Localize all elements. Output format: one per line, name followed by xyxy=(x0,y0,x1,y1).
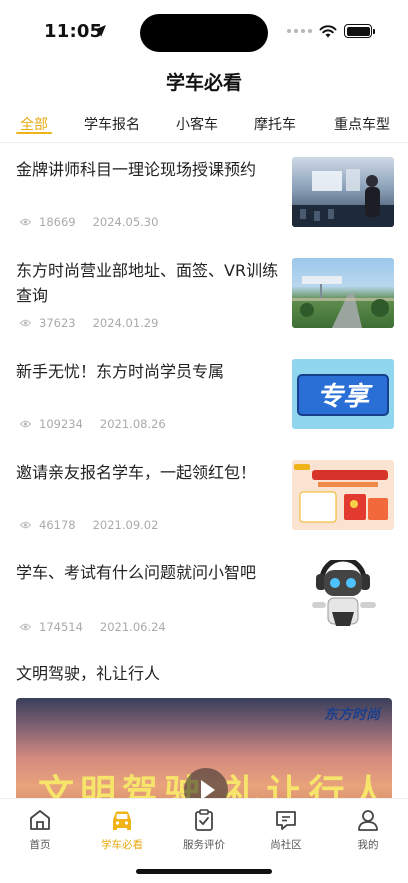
campus-aerial-photo xyxy=(292,276,394,328)
video-player[interactable]: 东方时尚 文明驾驶 礼让行人 xyxy=(16,698,392,808)
view-count: 109234 xyxy=(39,417,83,431)
view-count: 174514 xyxy=(39,620,83,634)
nav-label: 首页 xyxy=(29,839,51,851)
nav-label: 我的 xyxy=(357,839,379,851)
view-count: 46178 xyxy=(39,518,76,532)
article-title: 邀请亲友报名学车，一起领红包！ xyxy=(16,463,257,482)
dynamic-island xyxy=(140,14,268,52)
eye-icon xyxy=(20,218,31,226)
tab-small-car[interactable]: 小客车 xyxy=(175,110,219,134)
home-icon xyxy=(30,810,50,830)
nav-profile[interactable]: 我的 xyxy=(336,807,400,852)
article-thumbnail xyxy=(292,460,394,530)
status-bar: 11:05 xyxy=(0,0,408,62)
tab-registration[interactable]: 学车报名 xyxy=(82,110,142,134)
eye-icon xyxy=(20,319,31,327)
article-meta: 174514 2021.06.24 xyxy=(20,620,166,634)
article-item[interactable]: 新手无忧！东方时尚学员专属 109234 2021.08.26 专享 xyxy=(16,359,394,431)
tab-label: 摩托车 xyxy=(254,117,296,133)
publish-date: 2021.08.26 xyxy=(99,417,166,431)
tabs-divider xyxy=(0,142,408,143)
article-item[interactable]: 学车、考试有什么问题就问小智吧 174514 2021.06.24 xyxy=(16,560,394,634)
eye-icon xyxy=(20,420,31,428)
wifi-icon xyxy=(319,24,337,37)
robot-icon xyxy=(312,560,376,626)
person-icon xyxy=(358,810,378,831)
tab-all[interactable]: 全部 xyxy=(16,110,52,134)
tab-key-vehicles[interactable]: 重点车型 xyxy=(332,110,392,134)
nav-home[interactable]: 首页 xyxy=(8,807,72,852)
nav-community[interactable]: 尚社区 xyxy=(254,807,318,852)
publish-date: 2021.06.24 xyxy=(99,620,166,634)
red-envelope-promo xyxy=(292,460,394,530)
article-meta: 109234 2021.08.26 xyxy=(20,417,166,431)
active-tab-indicator xyxy=(16,132,52,134)
tab-label: 重点车型 xyxy=(334,117,390,133)
article-thumbnail xyxy=(292,258,394,328)
car-icon xyxy=(113,811,131,830)
article-title: 金牌讲师科目一理论现场授课预约 xyxy=(16,160,257,179)
signal-icon xyxy=(287,29,312,33)
eye-icon xyxy=(20,623,31,631)
tab-label: 学车报名 xyxy=(84,117,140,133)
nav-label: 尚社区 xyxy=(270,839,302,851)
article-item[interactable]: 邀请亲友报名学车，一起领红包！ 46178 2021.09.02 xyxy=(16,460,394,532)
publish-date: 2024.01.29 xyxy=(92,316,159,330)
page-title: 学车必看 xyxy=(165,72,242,94)
nav-label: 学车必看 xyxy=(101,839,143,851)
view-count: 18669 xyxy=(39,215,76,229)
clipboard-check-icon xyxy=(195,809,213,831)
article-meta: 37623 2024.01.29 xyxy=(20,316,158,330)
video-title: 文明驾驶，礼让行人 xyxy=(16,664,161,683)
article-thumbnail: 专享 xyxy=(292,359,394,429)
publish-date: 2024.05.30 xyxy=(92,215,159,229)
article-thumbnail xyxy=(292,560,394,630)
home-indicator xyxy=(136,869,272,874)
article-title: 新手无忧！东方时尚学员专属 xyxy=(16,362,225,381)
classroom-photo xyxy=(292,169,394,227)
bottom-tab-bar: 首页 学车必看 服务评价 尚社区 我的 xyxy=(0,798,408,883)
battery-icon xyxy=(344,24,375,38)
tab-motorcycle[interactable]: 摩托车 xyxy=(253,110,297,134)
category-tabs: 全部 学车报名 小客车 摩托车 重点车型 xyxy=(0,110,408,142)
nav-learn[interactable]: 学车必看 xyxy=(90,807,154,852)
eye-icon xyxy=(20,521,31,529)
article-thumbnail xyxy=(292,157,394,227)
nav-label: 服务评价 xyxy=(183,839,225,851)
brand-logo: 东方时尚 xyxy=(324,707,380,723)
publish-date: 2021.09.02 xyxy=(92,518,159,532)
tab-label: 小客车 xyxy=(176,117,218,133)
exclusive-banner: 专享 xyxy=(292,359,394,429)
article-item[interactable]: 东方时尚营业部地址、面签、VR训练查询 37623 2024.01.29 xyxy=(16,258,394,330)
chat-icon xyxy=(276,811,296,830)
view-count: 37623 xyxy=(39,316,76,330)
article-title: 东方时尚营业部地址、面签、VR训练查询 xyxy=(16,261,279,305)
nav-review[interactable]: 服务评价 xyxy=(172,807,236,852)
article-item[interactable]: 金牌讲师科目一理论现场授课预约 18669 2024.05.30 xyxy=(16,157,394,229)
article-meta: 18669 2024.05.30 xyxy=(20,215,158,229)
tab-label: 全部 xyxy=(20,117,48,133)
location-arrow-icon xyxy=(94,25,106,37)
article-title: 学车、考试有什么问题就问小智吧 xyxy=(16,563,257,582)
exclusive-text: 专享 xyxy=(317,382,373,412)
status-indicators xyxy=(287,24,375,38)
article-meta: 46178 2021.09.02 xyxy=(20,518,158,532)
